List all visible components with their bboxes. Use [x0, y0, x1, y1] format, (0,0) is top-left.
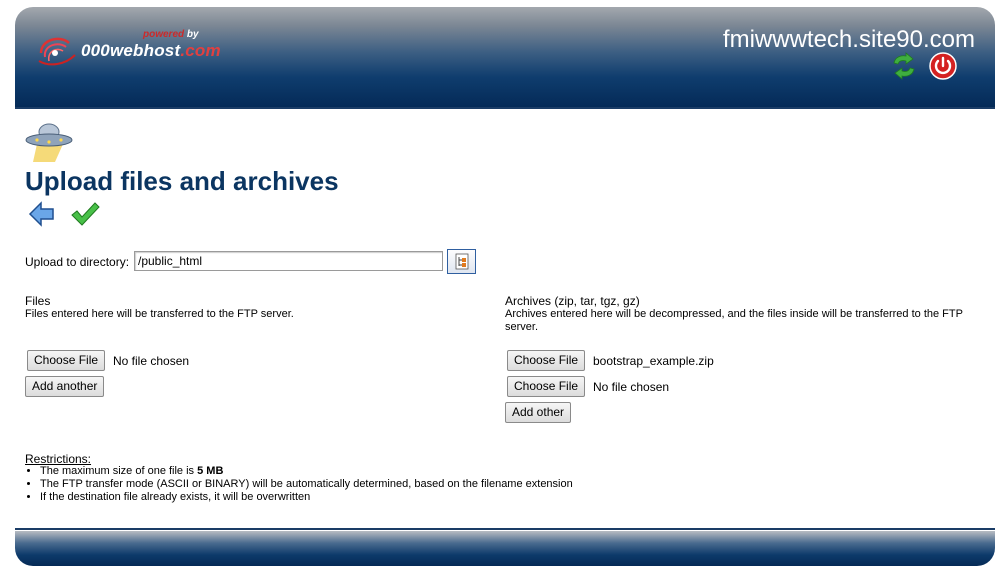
header-divider [15, 107, 995, 109]
archives-choose-file-button-2[interactable]: Choose File [507, 376, 586, 397]
footer-bar [15, 531, 995, 566]
archives-title: Archives (zip, tar, tgz, gz) [505, 294, 640, 308]
restrictions-list: The maximum size of one file is 5 MB The… [25, 465, 573, 504]
refresh-icon[interactable] [889, 51, 919, 81]
files-choose-file-button-1[interactable]: Choose File [27, 350, 106, 371]
header-bar: powered by 000webhost.com fmiwwwtech.sit… [15, 7, 995, 107]
restriction-max-size-value: 5 MB [197, 465, 224, 477]
checkmark-icon[interactable] [70, 200, 100, 228]
logo-powered-text: powered [143, 29, 185, 40]
archives-file-status-2: No file chosen [593, 380, 670, 394]
files-description: Files entered here will be transferred t… [25, 308, 294, 320]
files-title: Files [25, 294, 51, 308]
files-add-another-button[interactable]: Add another [25, 376, 105, 397]
ufo-icon [25, 123, 73, 162]
archives-choose-file-button-1[interactable]: Choose File [507, 350, 586, 371]
page-title: Upload files and archives [25, 166, 339, 196]
restriction-max-size-text: The maximum size of one file is [40, 465, 198, 477]
restriction-item: The FTP transfer mode (ASCII or BINARY) … [40, 478, 573, 491]
restriction-item: The maximum size of one file is 5 MB [40, 465, 573, 478]
files-file-status-1: No file chosen [113, 354, 190, 368]
logo-name-tld: .com [180, 41, 221, 60]
directory-input[interactable] [134, 251, 443, 271]
site-title: fmiwwwtech.site90.com [722, 26, 975, 53]
archives-description: Archives entered here will be decompress… [505, 308, 963, 333]
directory-label: Upload to directory: [25, 255, 130, 269]
power-icon[interactable] [928, 51, 958, 81]
archives-file-status-1: bootstrap_example.zip [593, 354, 714, 368]
directory-browse-button[interactable] [447, 249, 476, 274]
swirl-logo-icon [38, 37, 76, 66]
logo-powered-by: powered by [143, 29, 199, 40]
logo-by-text: by [186, 29, 199, 40]
logo[interactable]: powered by 000webhost.com [35, 29, 255, 74]
archives-add-other-button[interactable]: Add other [505, 402, 572, 423]
logo-name: 000webhost.com [81, 41, 221, 61]
back-arrow-icon[interactable] [28, 200, 56, 228]
restrictions-title: Restrictions: [25, 452, 92, 466]
footer-divider [15, 528, 995, 530]
directory-tree-icon [455, 253, 469, 270]
logo-name-main: 000webhost [81, 41, 181, 60]
restriction-item: If the destination file already exists, … [40, 491, 573, 504]
